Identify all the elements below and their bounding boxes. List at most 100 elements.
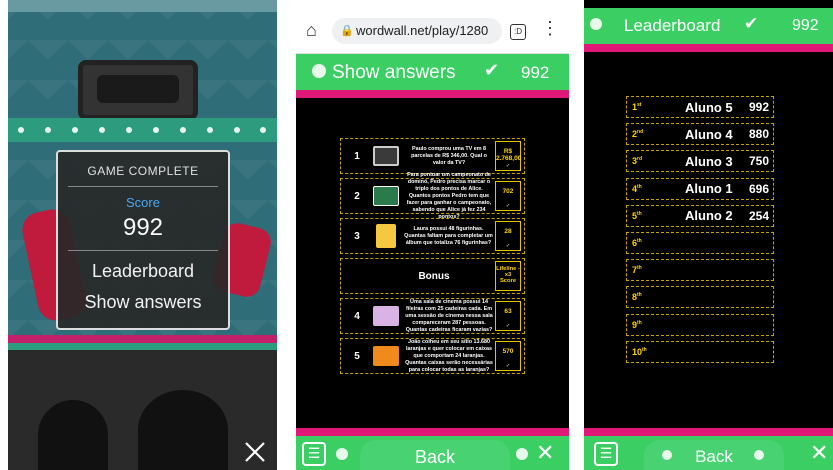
audience-silhouette xyxy=(38,400,108,470)
answer-value: 702 xyxy=(502,188,514,195)
leaderboard-row: 4th Aluno 1 696 xyxy=(626,177,774,200)
player-name: Aluno 1 xyxy=(685,181,733,197)
pink-strip xyxy=(296,428,569,436)
rank: 2nd xyxy=(632,129,644,140)
bonus-answer-box: Lifeline - x3 Score xyxy=(495,261,521,291)
leaderboard-row: 1st Aluno 5 992 xyxy=(626,96,774,118)
divider xyxy=(68,186,218,187)
rank: 1st xyxy=(632,102,642,112)
audience-area xyxy=(8,350,277,470)
answer-row: 5 João colheu em seu sítio 13.680 laranj… xyxy=(340,338,525,374)
leaderboard-row: 6th xyxy=(626,231,774,254)
pink-strip xyxy=(584,44,833,52)
decorative-bubble xyxy=(312,64,326,78)
dominoes-image xyxy=(373,186,399,206)
player-name: Aluno 4 xyxy=(685,126,733,142)
audience-silhouette xyxy=(138,390,228,470)
answer-value: 63 xyxy=(504,308,512,315)
bonus-label: Bonus xyxy=(418,270,450,282)
leaderboard-row: 9th xyxy=(626,313,774,336)
answer-box: 28 ✓ xyxy=(495,221,521,251)
decorative-bubble xyxy=(754,450,764,460)
home-icon[interactable]: ⌂ xyxy=(306,20,317,41)
tv-image xyxy=(373,146,399,166)
bottom-bar: ☰ Back ✕ xyxy=(296,436,569,470)
decorative-bubble xyxy=(336,448,348,460)
rank: 7th xyxy=(632,265,642,276)
show-answers-button[interactable]: Show answers xyxy=(58,292,228,313)
answers-title: Show answers xyxy=(332,62,456,83)
leaderboard-row: 10th xyxy=(626,340,774,363)
leaderboard-header: Leaderboard ✔ 992 xyxy=(584,8,833,44)
check-icon: ✓ xyxy=(505,363,511,369)
lock-icon: 🔒 xyxy=(340,25,354,37)
rank: 4th xyxy=(632,183,642,194)
close-icon[interactable]: ✕ xyxy=(536,440,554,466)
player-name: Aluno 3 xyxy=(685,153,733,169)
menu-icon[interactable]: ☰ xyxy=(302,442,326,466)
question-number: 4 xyxy=(354,310,360,322)
question-number: 5 xyxy=(354,350,360,362)
answer-value: R$ 2.768,00 xyxy=(496,148,522,162)
player-score: 992 xyxy=(748,100,769,114)
rank: 3rd xyxy=(632,156,643,167)
game-complete-dialog: GAME COMPLETE Score 992 Leaderboard Show… xyxy=(56,150,230,330)
answer-row: 3 Laura possui 48 figurinhas. Quantas fa… xyxy=(340,218,525,254)
divider xyxy=(68,250,218,251)
question-text: Laura possui 48 figurinhas. Quantas falt… xyxy=(404,225,493,246)
more-options-icon[interactable]: ⋮ xyxy=(541,18,559,39)
player-name: Aluno 5 xyxy=(685,99,733,115)
decorative-bubble xyxy=(662,450,672,460)
decorative-bubble xyxy=(590,18,602,30)
answer-value: 570 xyxy=(502,348,514,355)
close-icon[interactable]: ✕ xyxy=(810,440,828,466)
score-value: 992 xyxy=(122,214,164,241)
pink-strip xyxy=(584,428,833,436)
question-number: 1 xyxy=(354,150,360,162)
header-score: 992 xyxy=(521,63,550,82)
pink-strip xyxy=(8,335,277,343)
leaderboard-button[interactable]: Leaderboard xyxy=(58,261,228,282)
close-icon[interactable] xyxy=(243,440,267,464)
answer-box: 702 ✓ xyxy=(495,181,521,211)
menu-icon[interactable]: ☰ xyxy=(594,442,618,466)
answer-box: 63 ✓ xyxy=(495,301,521,331)
answer-value: Lifeline - x3 Score xyxy=(496,266,520,284)
player-score: 254 xyxy=(748,208,769,223)
rank: 6th xyxy=(632,237,642,248)
player-name: Aluno 2 xyxy=(685,208,733,224)
player-score: 880 xyxy=(748,127,769,142)
oranges-image xyxy=(373,346,399,366)
leaderboard-row: 8th xyxy=(626,286,774,309)
check-icon: ✓ xyxy=(505,163,511,169)
answer-row: 2 Para pontuar um campeonato de dominó, … xyxy=(340,172,525,220)
decorative-bubble xyxy=(516,448,528,460)
address-bar[interactable]: wordwall.net/play/1280 xyxy=(332,18,502,44)
bottom-bar: ☰ Back ✕ xyxy=(584,436,833,470)
answer-box: 570 ✓ xyxy=(495,341,521,371)
score-label: Score xyxy=(126,195,160,210)
answers-header: Show answers ✔ 992 xyxy=(296,54,569,90)
top-bar xyxy=(8,0,277,12)
leaderboard-row: 3rd Aluno 3 750 xyxy=(626,150,774,173)
answers-list: 1 Paulo comprou uma TV em 8 parcelas de … xyxy=(340,138,525,378)
rank: 5th xyxy=(632,210,642,221)
question-number: 2 xyxy=(354,190,360,202)
leaderboard-row: 2nd Aluno 4 880 xyxy=(626,123,774,146)
tab-switcher-button[interactable]: :D xyxy=(510,24,526,40)
player-score: 696 xyxy=(748,181,769,196)
answer-row: 4 Uma sala de cinema possui 14 fileiras … xyxy=(340,298,525,334)
answer-row: 1 Paulo comprou uma TV em 8 parcelas de … xyxy=(340,138,525,174)
leaderboard-row: 5th Aluno 2 254 xyxy=(626,204,774,227)
cinema-image xyxy=(373,306,399,326)
back-button[interactable]: Back xyxy=(360,440,510,470)
rank: 9th xyxy=(632,319,642,330)
check-icon: ✔ xyxy=(484,60,500,80)
question-text: Paulo comprou uma TV em 8 parcelas de R$… xyxy=(411,145,487,166)
game-complete-panel: GAME COMPLETE Score 992 Leaderboard Show… xyxy=(8,0,277,470)
bonus-row: Bonus Lifeline - x3 Score xyxy=(340,258,525,294)
rank: 10th xyxy=(632,346,647,357)
answer-value: 28 xyxy=(504,228,512,235)
leaderboard-panel: Leaderboard ✔ 992 1st Aluno 5 992 2nd Aluno… xyxy=(584,0,833,470)
leaderboard-row: 7th xyxy=(626,259,774,282)
